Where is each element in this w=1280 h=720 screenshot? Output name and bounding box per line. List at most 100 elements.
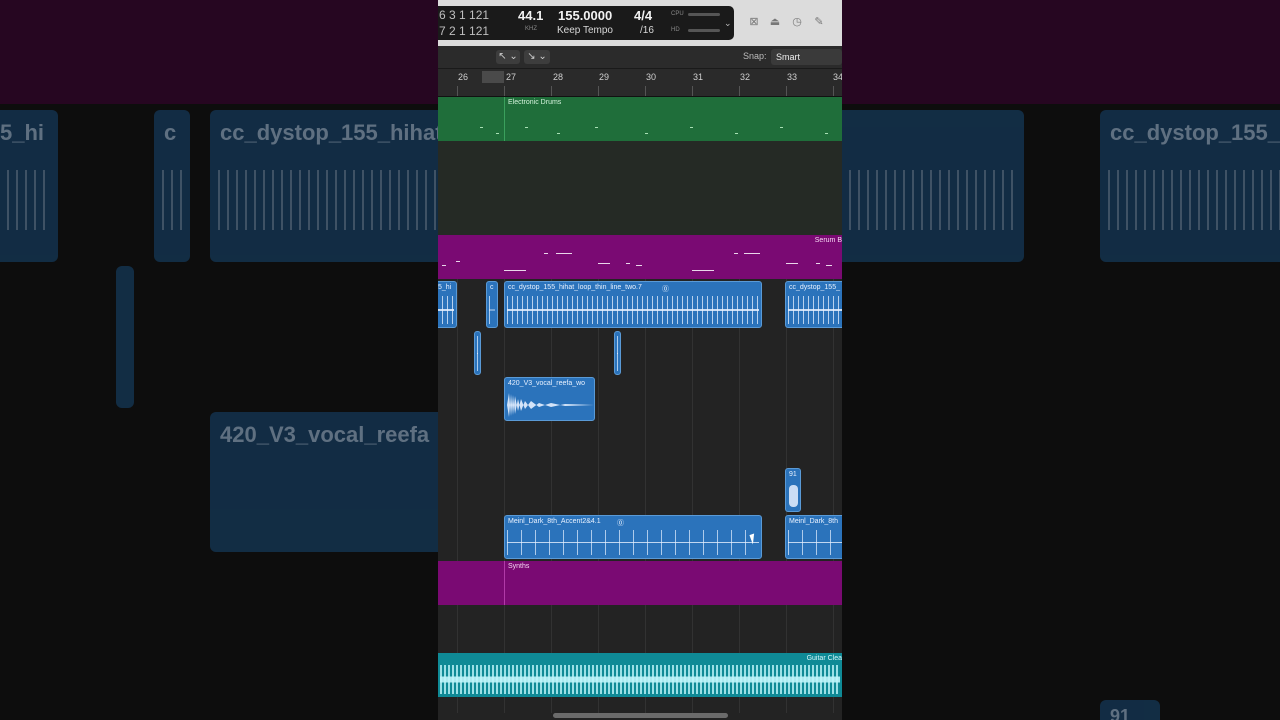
- division[interactable]: /16: [640, 25, 654, 36]
- bar-tick: [833, 86, 834, 96]
- audio-region-guitar[interactable]: Guitar Clea: [438, 653, 842, 697]
- bar-tick: [457, 86, 458, 96]
- region-name: Serum B: [814, 237, 842, 244]
- hd-label: HD: [671, 27, 680, 33]
- region-name: Synths: [508, 563, 530, 570]
- region-name: cc_dystop_155_hihat_loop_thin_line_two.7: [508, 284, 642, 291]
- bar-number: 28: [553, 72, 564, 82]
- midi-note: [598, 263, 610, 264]
- screen: 5_hi c cc_dystop_155_hihat 420_V3_vocal_…: [0, 0, 1280, 720]
- region-name: Meinl_Dark_8th: [789, 518, 839, 525]
- lcd-display[interactable]: 6 3 1 121 7 2 1 121 44.1 KHZ 155.0000 Ke…: [438, 6, 734, 40]
- region-name: Guitar Clea: [806, 655, 842, 662]
- tuner-icon[interactable]: ⏏: [769, 16, 781, 28]
- midi-region-serum[interactable]: Serum B: [438, 235, 842, 279]
- midi-region-drums[interactable]: Electronic Drums: [504, 97, 842, 141]
- drums-lane-empty: [438, 141, 842, 235]
- waveform: [788, 530, 842, 555]
- midi-note: [626, 263, 630, 264]
- backdrop-dim: [842, 0, 1280, 720]
- midi-region-drums[interactable]: [438, 97, 504, 141]
- midi-note: [734, 253, 738, 254]
- snap-label: Snap:: [743, 51, 767, 61]
- snap-select[interactable]: Smart: [771, 49, 842, 65]
- bar-number: 34: [833, 72, 842, 82]
- bar-tick: [551, 86, 552, 96]
- secondary-tool-menu[interactable]: ↘ ⌄: [524, 50, 550, 64]
- tempo-mode[interactable]: Keep Tempo: [557, 25, 613, 36]
- cpu-meter: [688, 13, 720, 16]
- midi-note: [744, 253, 760, 254]
- midi-note: [735, 133, 738, 134]
- region-name: cc_dystop_155_: [789, 284, 840, 291]
- midi-note: [645, 133, 648, 134]
- audio-region-meinl[interactable]: Meinl_Dark_8th: [785, 515, 842, 559]
- control-bar: 6 3 1 121 7 2 1 121 44.1 KHZ 155.0000 Ke…: [438, 0, 842, 46]
- time-signature[interactable]: 4/4: [634, 8, 652, 23]
- chevron-down-icon[interactable]: ⌄: [724, 18, 732, 29]
- audio-region-hihat[interactable]: 5_hi: [438, 281, 457, 328]
- bar-number: 29: [599, 72, 610, 82]
- audio-region-short[interactable]: [614, 331, 621, 375]
- midi-note: [690, 127, 693, 128]
- audio-region-short[interactable]: [474, 331, 481, 375]
- region-name: Meinl_Dark_8th_Accent2&4.1: [508, 518, 601, 525]
- horizontal-scrollbar[interactable]: [553, 713, 728, 718]
- bar-number: 26: [458, 72, 469, 82]
- audio-region-hihat[interactable]: cc_dystop_155_: [785, 281, 842, 328]
- sample-rate: 44.1: [518, 8, 544, 23]
- loop-icon: ⓪: [662, 286, 669, 293]
- region-name: 420_V3_vocal_reefa_wo: [508, 380, 586, 387]
- bar-tick: [692, 86, 693, 96]
- midi-note: [480, 127, 483, 128]
- sample-rate-unit: KHZ: [525, 26, 537, 32]
- audio-region-hihat-loop[interactable]: cc_dystop_155_hihat_loop_thin_line_two.7…: [504, 281, 762, 328]
- midi-note: [786, 263, 798, 264]
- midi-note: [692, 270, 714, 271]
- bar-number: 31: [693, 72, 704, 82]
- loop-icon: ⓪: [617, 520, 624, 527]
- pointer-tool-menu[interactable]: ↖ ⌄: [496, 50, 520, 64]
- waveform: [477, 336, 478, 371]
- bar-ruler[interactable]: 26 27 28 29 30 31 32 33 34: [438, 69, 842, 97]
- waveform: [440, 665, 840, 694]
- audio-region-meinl[interactable]: Meinl_Dark_8th_Accent2&4.1 ⓪: [504, 515, 762, 559]
- hd-meter: [688, 29, 720, 32]
- region-name: c: [490, 284, 494, 291]
- midi-note: [595, 127, 598, 128]
- midi-note: [456, 261, 460, 262]
- count-in-icon[interactable]: ✎: [813, 16, 825, 28]
- bar-tick: [645, 86, 646, 96]
- bar-number: 30: [646, 72, 657, 82]
- audio-region-hihat[interactable]: c: [486, 281, 498, 328]
- bar-tick: [786, 86, 787, 96]
- region-name: 5_hi: [438, 284, 452, 291]
- midi-region-synths[interactable]: Synths: [504, 561, 842, 605]
- waveform: [507, 296, 759, 324]
- midi-region-synths[interactable]: [438, 561, 504, 605]
- audio-region-vocal[interactable]: 420_V3_vocal_reefa_wo: [504, 377, 595, 421]
- bar-tick: [504, 86, 505, 96]
- bar-number: 32: [740, 72, 751, 82]
- midi-note: [636, 265, 642, 266]
- vocal-waveform: [507, 393, 594, 417]
- replace-icon[interactable]: ⊠: [748, 16, 760, 28]
- region-name: 91: [789, 471, 797, 478]
- midi-note: [557, 133, 560, 134]
- playhead-position: 6 3 1 121: [439, 8, 490, 22]
- midi-note: [525, 127, 528, 128]
- waveform: [489, 296, 495, 324]
- metronome-icon[interactable]: ◷: [791, 16, 803, 28]
- midi-note: [816, 263, 820, 264]
- midi-note: [780, 127, 783, 128]
- bar-number: 33: [787, 72, 798, 82]
- bar-tick: [598, 86, 599, 96]
- tracks-toolbar: ↖ ⌄ ↘ ⌄ Snap: Smart: [438, 46, 842, 69]
- midi-note: [556, 253, 572, 254]
- tempo-value[interactable]: 155.0000: [558, 8, 612, 23]
- waveform: [438, 296, 454, 324]
- cycle-area[interactable]: [482, 71, 504, 83]
- audio-region-91[interactable]: 91: [785, 468, 801, 512]
- cycle-position: 7 2 1 121: [439, 24, 490, 38]
- waveform: [617, 336, 618, 371]
